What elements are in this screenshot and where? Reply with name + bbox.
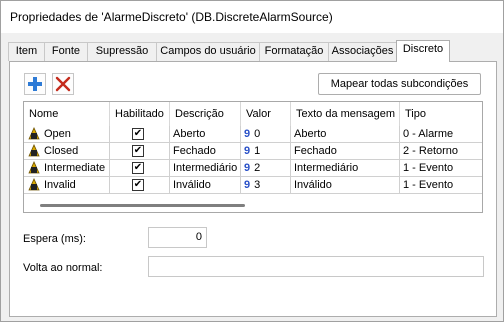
delete-subcondition-button[interactable] [52, 73, 74, 95]
alarm-tag-icon [28, 178, 40, 191]
scrollbar-thumb[interactable] [40, 204, 245, 207]
table-header: Nome Habilitado Descrição Valor Texto da… [24, 102, 482, 126]
value-cell[interactable]: 90 [241, 126, 291, 143]
value-text: 3 [254, 179, 261, 191]
enabled-cell: ✔ [110, 160, 170, 177]
name-text: Intermediate [44, 162, 106, 174]
tab-fonte[interactable]: Fonte [44, 42, 88, 61]
tab-associacoes[interactable]: Associações [328, 42, 397, 61]
title-bar[interactable]: Propriedades de 'AlarmeDiscreto' (DB.Dis… [1, 1, 503, 33]
tab-fonte-label: Fonte [51, 45, 81, 57]
description-cell[interactable]: Intermediário [170, 160, 241, 177]
add-subcondition-button[interactable] [24, 73, 46, 95]
volta-ao-normal-input[interactable] [148, 256, 484, 277]
map-all-subconditions-button[interactable]: Mapear todas subcondições [318, 73, 481, 95]
value-text: 2 [254, 162, 261, 174]
column-header-tipo[interactable]: Tipo [400, 102, 482, 126]
numeric-value-icon: 9 [244, 128, 251, 140]
value-cell[interactable]: 93 [241, 177, 291, 194]
numeric-value-icon: 9 [244, 179, 251, 191]
enabled-cell: ✔ [110, 143, 170, 160]
type-cell[interactable]: 1 - Evento [400, 160, 482, 177]
enabled-checkbox[interactable]: ✔ [132, 162, 144, 174]
name-cell[interactable]: Closed [24, 143, 110, 160]
enabled-cell: ✔ [110, 126, 170, 143]
enabled-checkbox[interactable]: ✔ [132, 145, 144, 157]
properties-dialog: Propriedades de 'AlarmeDiscreto' (DB.Dis… [0, 0, 504, 322]
enabled-checkbox[interactable]: ✔ [132, 179, 144, 191]
alarm-tag-icon [28, 127, 40, 140]
name-cell[interactable]: Invalid [24, 177, 110, 194]
description-cell[interactable]: Aberto [170, 126, 241, 143]
horizontal-scrollbar[interactable] [24, 200, 482, 212]
table-row[interactable]: Open ✔ Aberto 90 Aberto 0 - Alarme [24, 126, 482, 143]
enabled-checkbox[interactable]: ✔ [132, 128, 144, 140]
tab-discreto-label: Discreto [402, 43, 444, 55]
tab-associacoes-label: Associações [331, 45, 394, 57]
delete-x-icon [55, 76, 71, 92]
column-header-descricao[interactable]: Descrição [170, 102, 241, 126]
numeric-value-icon: 9 [244, 162, 251, 174]
tab-formatacao[interactable]: Formatação [259, 42, 329, 61]
column-header-valor[interactable]: Valor [241, 102, 291, 126]
subconditions-table: Nome Habilitado Descrição Valor Texto da… [23, 101, 483, 213]
window-title: Propriedades de 'AlarmeDiscreto' (DB.Dis… [10, 10, 333, 24]
name-text: Open [44, 128, 71, 140]
enabled-cell: ✔ [110, 177, 170, 194]
tab-discreto[interactable]: Discreto [396, 40, 450, 62]
column-header-texto-mensagem[interactable]: Texto da mensagem [291, 102, 400, 126]
tab-supressao-label: Supressão [95, 45, 149, 57]
tab-campos-do-usuario[interactable]: Campos do usuário [156, 42, 260, 61]
discreto-tab-page: Mapear todas subcondições Nome Habilitad… [9, 61, 497, 317]
name-cell[interactable]: Open [24, 126, 110, 143]
alarm-tag-icon [28, 161, 40, 174]
description-cell[interactable]: Fechado [170, 143, 241, 160]
table-row[interactable]: Intermediate ✔ Intermediário 92 Intermed… [24, 160, 482, 177]
plus-icon [28, 77, 42, 91]
column-header-nome[interactable]: Nome [24, 102, 110, 126]
tab-item[interactable]: Item [8, 42, 45, 61]
value-cell[interactable]: 91 [241, 143, 291, 160]
numeric-value-icon: 9 [244, 145, 251, 157]
description-cell[interactable]: Inválido [170, 177, 241, 194]
column-header-habilitado[interactable]: Habilitado [110, 102, 170, 126]
message-cell[interactable]: Fechado [291, 143, 400, 160]
tab-supressao[interactable]: Supressão [87, 42, 157, 61]
table-row[interactable]: Closed ✔ Fechado 91 Fechado 2 - Retorno [24, 143, 482, 160]
espera-label: Espera (ms): [23, 233, 86, 245]
value-text: 0 [254, 128, 261, 140]
message-cell[interactable]: Aberto [291, 126, 400, 143]
message-cell[interactable]: Inválido [291, 177, 400, 194]
type-cell[interactable]: 0 - Alarme [400, 126, 482, 143]
tab-formatacao-label: Formatação [264, 45, 324, 57]
value-cell[interactable]: 92 [241, 160, 291, 177]
alarm-tag-icon [28, 144, 40, 157]
name-text: Closed [44, 145, 79, 157]
type-cell[interactable]: 1 - Evento [400, 177, 482, 194]
tab-item-label: Item [15, 45, 38, 57]
name-cell[interactable]: Intermediate [24, 160, 110, 177]
message-cell[interactable]: Intermediário [291, 160, 400, 177]
table-row[interactable]: Invalid ✔ Inválido 93 Inválido 1 - Event… [24, 177, 482, 194]
espera-input[interactable]: 0 [148, 227, 207, 248]
type-cell[interactable]: 2 - Retorno [400, 143, 482, 160]
value-text: 1 [254, 145, 261, 157]
tab-campos-label: Campos do usuário [160, 45, 256, 57]
name-text: Invalid [44, 179, 76, 191]
volta-ao-normal-label: Volta ao normal: [23, 262, 103, 274]
